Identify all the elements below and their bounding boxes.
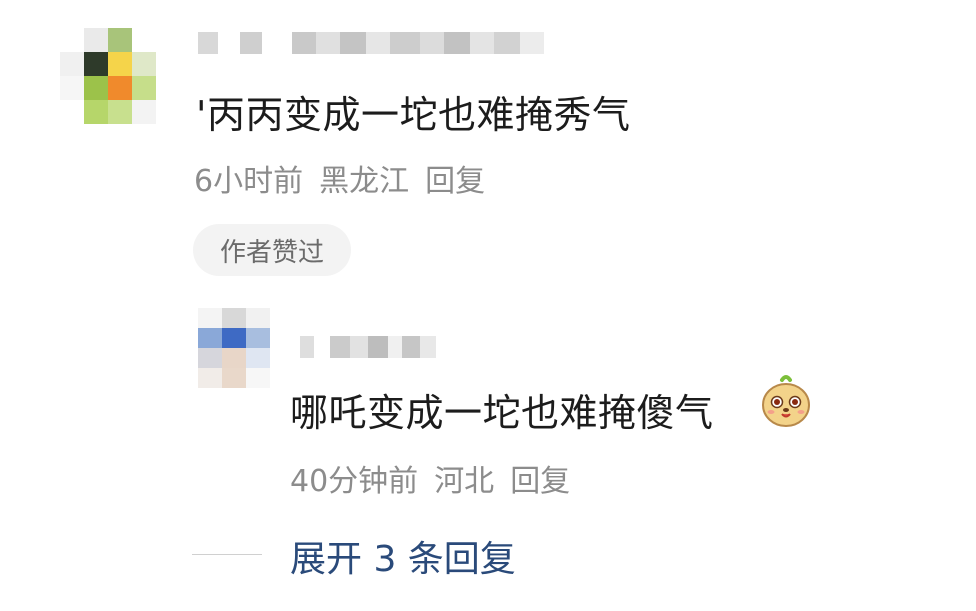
comment-meta: 6小时前 黑龙江 回复 (194, 156, 485, 200)
reply-button[interactable]: 回复 (425, 156, 485, 200)
comment-text: '丙丙变成一坨也难掩秀气 (196, 93, 631, 137)
avatar[interactable] (60, 28, 156, 124)
author-liked-badge: 作者赞过 (193, 224, 351, 276)
reply-text: 哪吒变成一坨也难掩傻气 (290, 391, 714, 435)
expand-divider (192, 554, 262, 555)
reply-reply-button[interactable]: 回复 (510, 456, 570, 500)
comment-location: 黑龙江 (319, 164, 410, 199)
reply-meta: 40分钟前 河北 回复 (290, 456, 570, 500)
reply-username[interactable] (300, 336, 436, 358)
expand-replies-link[interactable]: 展开 3 条回复 (290, 530, 516, 582)
cute-face-emoji (762, 375, 810, 427)
comment-time: 6小时前 (194, 164, 304, 199)
reply-time: 40分钟前 (290, 464, 419, 499)
reply-location: 河北 (434, 464, 495, 499)
username[interactable] (198, 32, 544, 54)
reply-avatar[interactable] (198, 308, 270, 388)
